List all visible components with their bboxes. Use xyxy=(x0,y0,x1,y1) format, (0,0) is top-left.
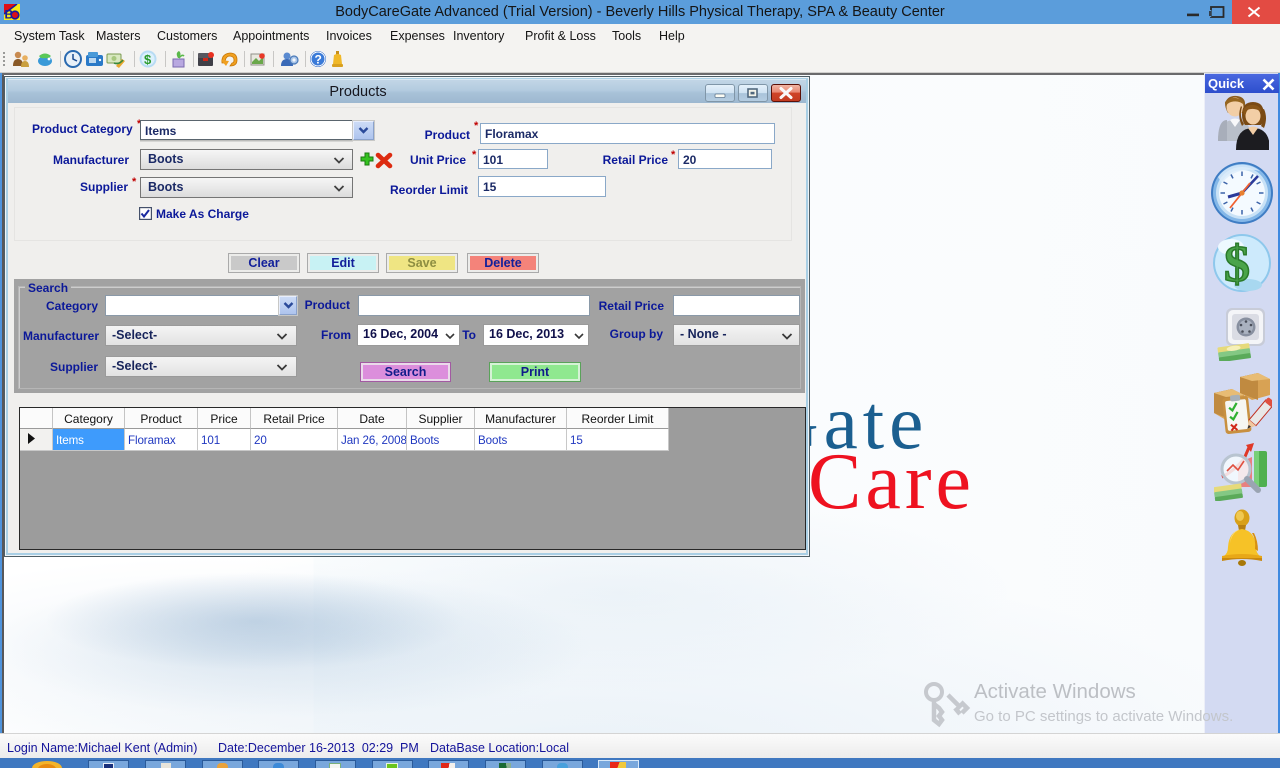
svg-text:?: ? xyxy=(315,53,322,67)
svg-text:$: $ xyxy=(144,52,152,67)
svg-text:$: $ xyxy=(1224,236,1250,293)
